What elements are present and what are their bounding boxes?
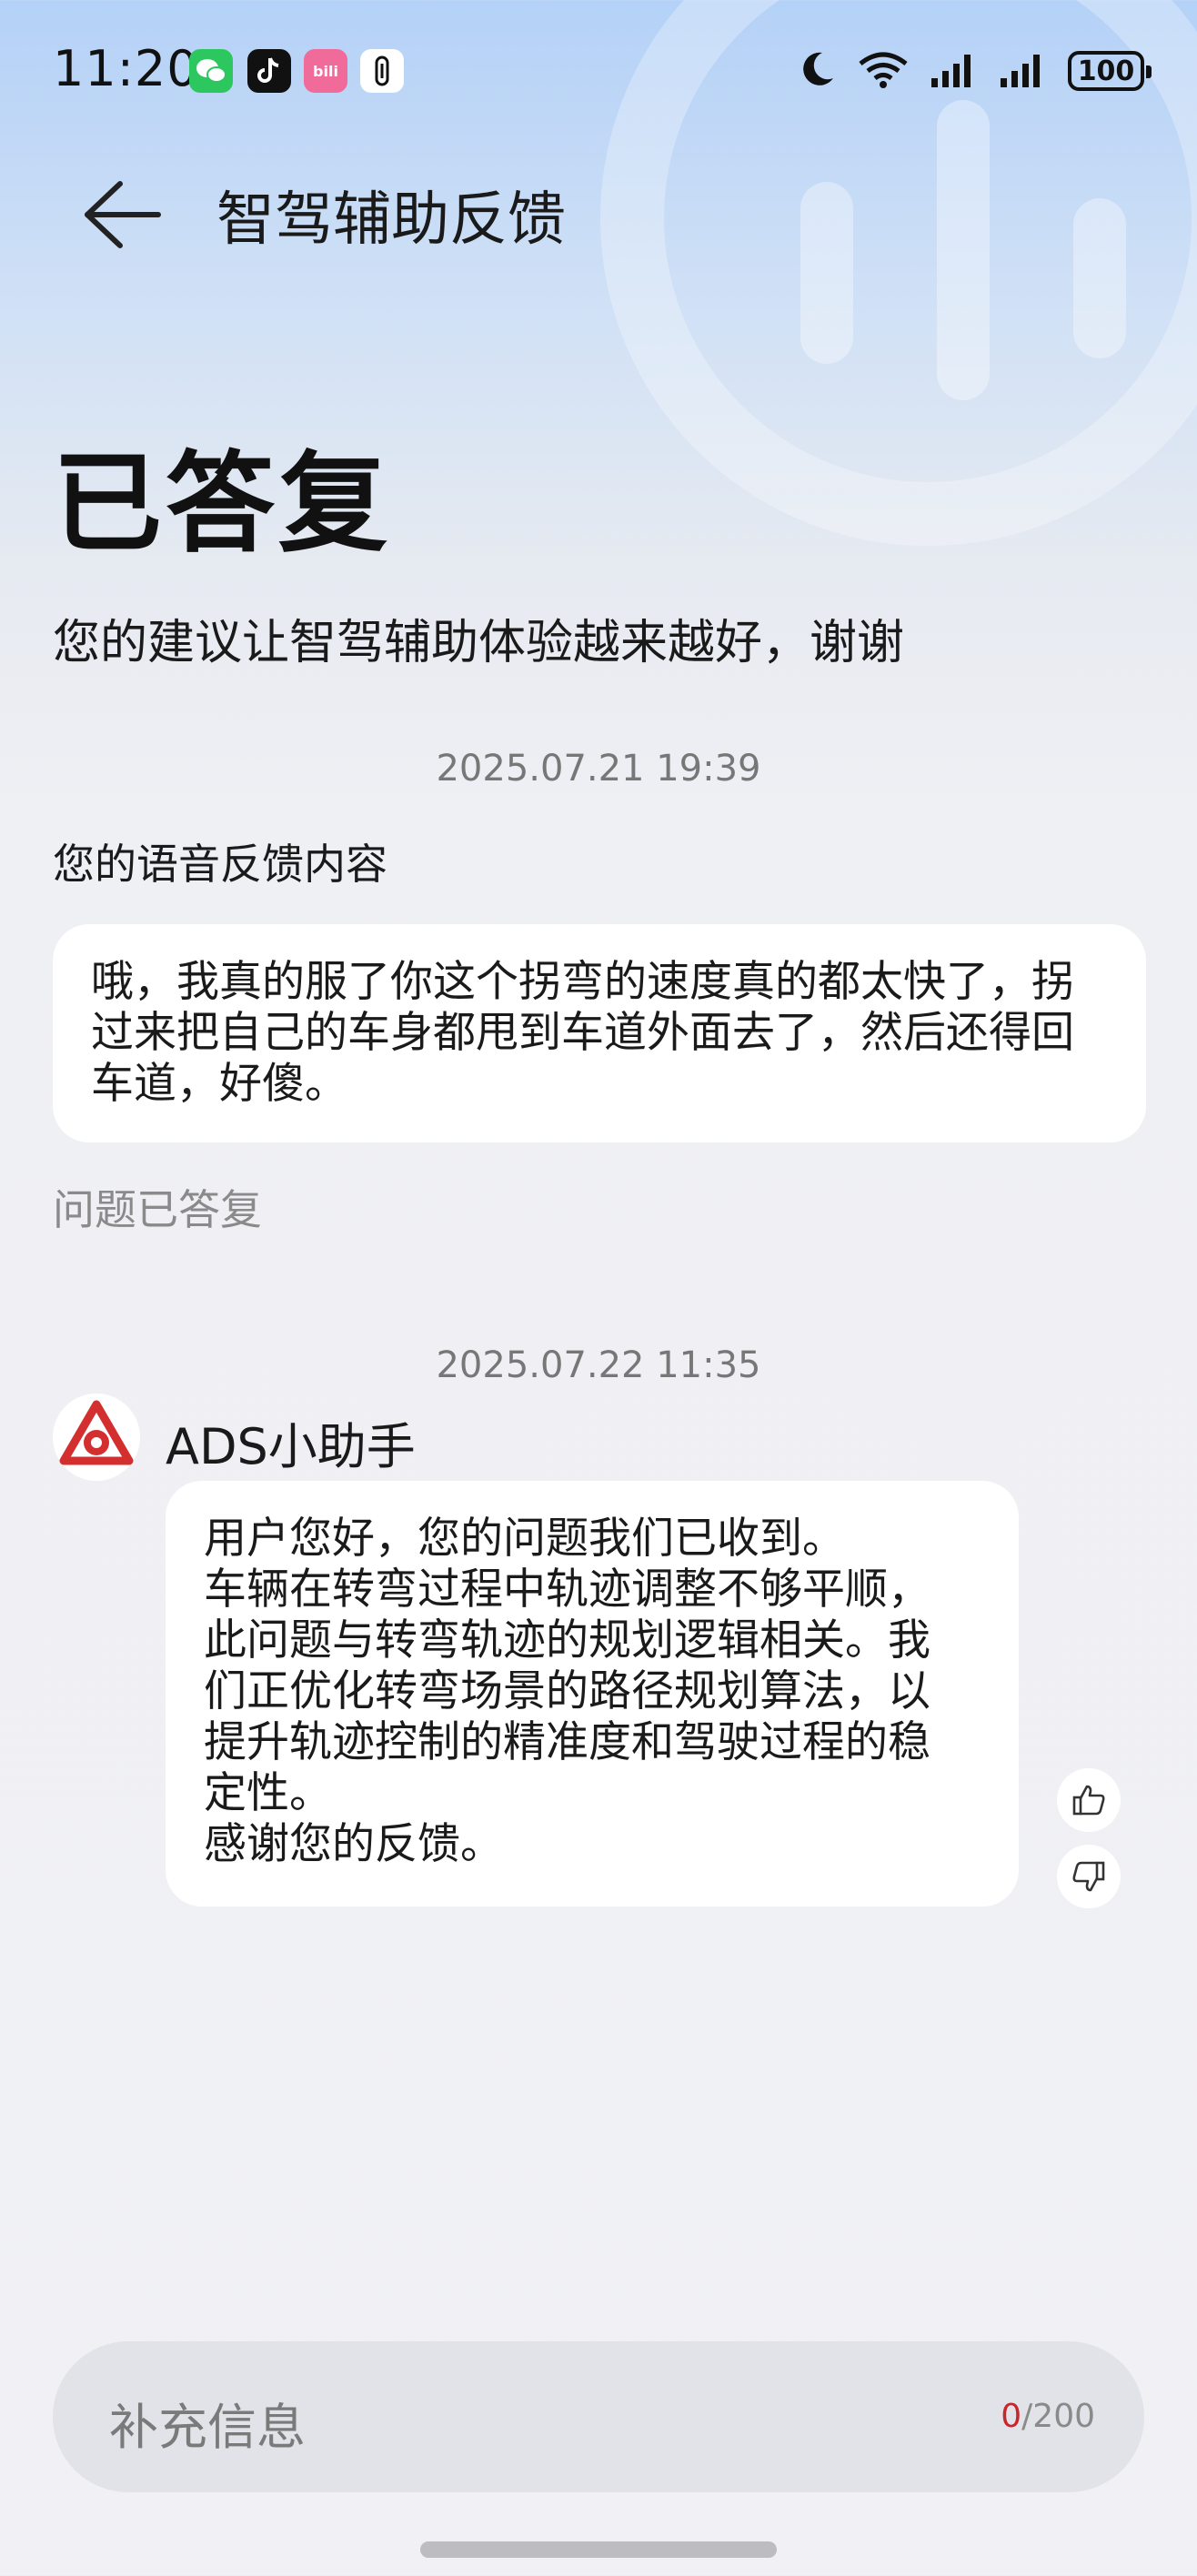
reply-line: 感谢您的反馈。 [204,1819,503,1869]
app-icon [360,49,404,93]
reply-line: 车辆在转弯过程中轨迹调整不够平顺， [204,1565,930,1615]
page-title: 智驾辅助反馈 [216,186,566,254]
reply-line: 提升轨迹控制的精准度和驾驶过程的稳 [204,1717,930,1767]
reply-timestamp: 2025.07.22 11:35 [436,1344,761,1386]
thanks-subtitle: 您的建议让智驾辅助体验越来越好，谢谢 [53,616,905,670]
supplement-input-placeholder: 补充信息 [109,2399,306,2456]
thumbs-down-icon [1072,1861,1105,1892]
bilibili-icon: bili [304,49,347,93]
user-feedback-bubble: 哦，我真的服了你这个拐弯的速度真的都太快了，拐过来把自己的车身都甩到车道外面去了… [53,924,1146,1142]
background-logo-bar [800,182,853,364]
wifi-icon [857,49,910,93]
character-max: /200 [1021,2398,1095,2435]
signal-icon [930,51,979,91]
wechat-icon [189,49,233,93]
back-arrow-icon [85,181,161,248]
moon-icon [797,49,837,93]
back-button[interactable] [78,169,169,260]
reply-line: 用户您好，您的问题我们已收到。 [204,1514,845,1564]
background-logo-bar [1073,198,1126,358]
thumbs-down-button[interactable] [1057,1845,1121,1908]
character-count: 0 [1001,2398,1022,2435]
reply-line: 们正优化转弯场景的路径规划算法，以 [204,1666,930,1716]
background-logo-bar [937,100,990,400]
reply-line: 定性。 [204,1768,332,1818]
assistant-avatar [53,1394,140,1481]
status-time: 11:20 [53,40,199,97]
ads-logo-icon [56,1397,136,1477]
assistant-reply-bubble: 用户您好，您的问题我们已收到。 车辆在转弯过程中轨迹调整不够平顺， 此问题与转弯… [166,1481,1019,1907]
status-icons: 100 [797,49,1152,93]
battery-indicator: 100 [1068,51,1152,91]
home-indicator[interactable] [420,2541,777,2558]
thumbs-up-icon [1072,1785,1105,1816]
feedback-content: 哦，我真的服了你这个拐弯的速度真的都太快了，拐过来把自己的车身都甩到车道外面去了… [91,957,1074,1109]
reply-line: 此问题与转弯轨迹的规划逻辑相关。我 [204,1615,930,1665]
feedback-timestamp: 2025.07.21 19:39 [436,748,761,790]
character-counter: 0/200 [1001,2398,1095,2435]
thumbs-up-button[interactable] [1057,1768,1121,1832]
assistant-name: ADS小助手 [166,1418,416,1475]
feedback-label: 您的语音反馈内容 [53,840,387,889]
tiktok-icon [247,49,291,93]
signal-icon [999,51,1048,91]
reply-status-heading: 已答复 [53,441,391,568]
answered-status: 问题已答复 [53,1185,262,1234]
